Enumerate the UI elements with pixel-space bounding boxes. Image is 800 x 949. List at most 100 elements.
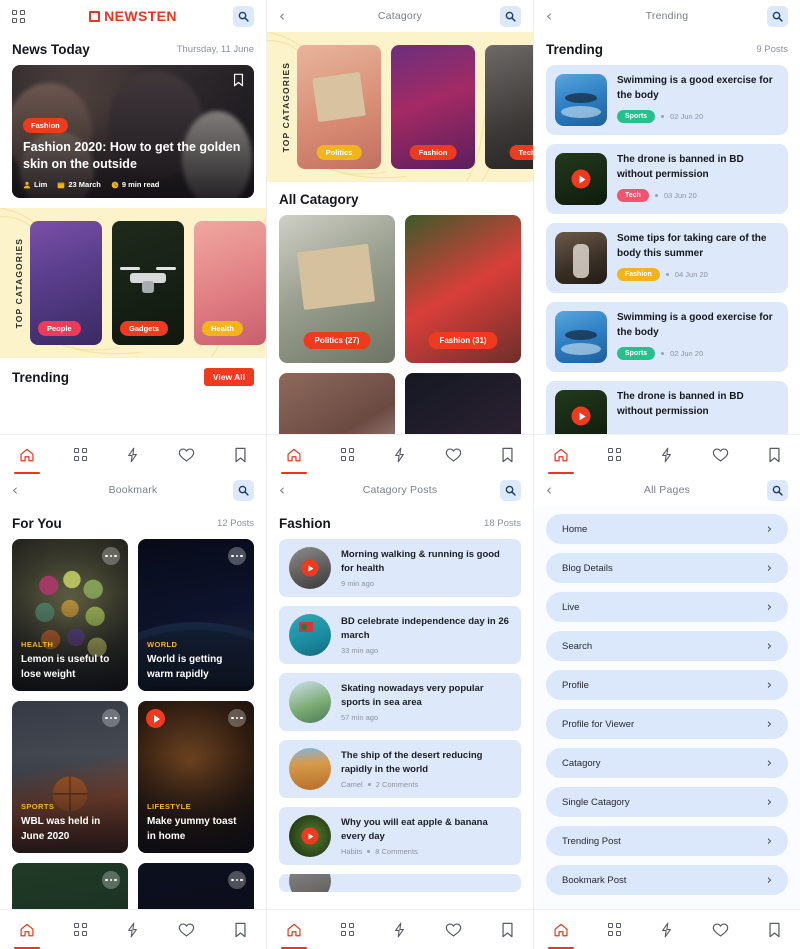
bookmark-card[interactable]: HEALTH Lemon is useful to lose weight (12, 539, 128, 691)
nav-categories[interactable] (607, 448, 621, 461)
play-icon[interactable] (301, 827, 319, 845)
nav-bookmarks[interactable] (234, 922, 247, 938)
top-category-card[interactable]: Tech (485, 45, 533, 169)
page-link-blog-details[interactable]: Blog Details › (546, 553, 788, 583)
back-button[interactable]: ‹ (279, 482, 309, 498)
top-category-card[interactable]: Fashion (391, 45, 475, 169)
more-options-icon[interactable] (228, 709, 246, 727)
nav-trending[interactable] (392, 922, 407, 938)
nav-bookmarks[interactable] (501, 922, 514, 938)
list-item[interactable]: BD celebrate independence day in 26 marc… (279, 606, 521, 664)
nav-trending[interactable] (125, 922, 140, 938)
category-grid-card[interactable]: Politics (27) (279, 215, 395, 363)
list-item[interactable]: The drone is banned in BD without permis… (546, 381, 788, 434)
bookmark-card[interactable]: SPORTS WBL was held in June 2020 (12, 701, 128, 853)
hero-article-card[interactable]: Fashion Fashion 2020: How to get the gol… (12, 65, 254, 198)
page-link-profile[interactable]: Profile › (546, 670, 788, 700)
page-link-catagory[interactable]: Catagory › (546, 748, 788, 778)
list-item[interactable]: Swimming is a good exercise for the body… (546, 65, 788, 135)
nav-trending[interactable] (125, 447, 140, 463)
bookmark-icon[interactable] (233, 73, 244, 92)
nav-home[interactable] (281, 447, 308, 474)
nav-favorites[interactable] (712, 447, 729, 463)
more-options-icon[interactable] (102, 547, 120, 565)
back-button[interactable]: ‹ (279, 8, 309, 24)
list-item[interactable]: Why you will eat apple & banana every da… (279, 807, 521, 865)
menu-button[interactable] (12, 9, 42, 23)
list-item[interactable]: Morning walking & running is good for he… (279, 539, 521, 597)
back-button[interactable]: ‹ (546, 8, 576, 24)
top-category-card[interactable]: Health (194, 221, 266, 345)
more-options-icon[interactable] (102, 871, 120, 889)
nav-bookmarks[interactable] (501, 447, 514, 463)
search-button[interactable] (491, 5, 521, 27)
page-link-search[interactable]: Search › (546, 631, 788, 661)
nav-categories[interactable] (340, 448, 354, 461)
nav-favorites[interactable] (445, 447, 462, 463)
top-categories-row[interactable]: Politics Fashion Tech (297, 45, 533, 169)
list-item[interactable]: Skating nowadays very popular sports in … (279, 673, 521, 731)
nav-bookmarks[interactable] (768, 922, 781, 938)
bookmark-card[interactable] (12, 863, 128, 909)
play-icon[interactable] (301, 559, 319, 577)
status-badge: Sports (617, 110, 656, 123)
top-category-card[interactable]: Gadgets (112, 221, 184, 345)
back-button[interactable]: ‹ (12, 482, 42, 498)
bookmark-icon (769, 447, 780, 462)
page-link-bookmark-post[interactable]: Bookmark Post › (546, 865, 788, 895)
search-button[interactable] (224, 5, 254, 27)
nav-favorites[interactable] (178, 447, 195, 463)
nav-favorites[interactable] (178, 922, 195, 938)
category-grid-card[interactable]: Fashion (31) (405, 215, 521, 363)
search-button[interactable] (491, 479, 521, 501)
list-item[interactable] (279, 874, 521, 892)
nav-bookmarks[interactable] (234, 447, 247, 463)
more-options-icon[interactable] (228, 547, 246, 565)
page-link-home[interactable]: Home › (546, 514, 788, 544)
hero-category-chip[interactable]: Fashion (23, 118, 68, 134)
play-icon[interactable] (146, 709, 165, 728)
page-link-profile-for-viewer[interactable]: Profile for Viewer › (546, 709, 788, 739)
nav-bookmarks[interactable] (768, 447, 781, 463)
play-icon[interactable] (571, 406, 591, 426)
page-link-live[interactable]: Live › (546, 592, 788, 622)
category-grid-card[interactable] (405, 373, 521, 434)
view-all-button[interactable]: View All (203, 368, 254, 386)
nav-home[interactable] (14, 922, 41, 949)
nav-categories[interactable] (607, 923, 621, 936)
list-item[interactable]: Swimming is a good exercise for the body… (546, 302, 788, 372)
nav-favorites[interactable] (445, 922, 462, 938)
top-category-card[interactable]: Politics (297, 45, 381, 169)
list-item[interactable]: The ship of the desert reducing rapidly … (279, 740, 521, 798)
nav-categories[interactable] (340, 923, 354, 936)
nav-home[interactable] (548, 447, 575, 474)
bookmark-card[interactable] (138, 863, 254, 909)
nav-trending[interactable] (659, 922, 674, 938)
page-link-trending-post[interactable]: Trending Post › (546, 826, 788, 856)
bookmark-card[interactable]: LIFESTYLE Make yummy toast in home (138, 701, 254, 853)
nav-home[interactable] (548, 922, 575, 949)
back-button[interactable]: ‹ (546, 482, 576, 498)
nav-categories[interactable] (73, 923, 87, 936)
more-options-icon[interactable] (228, 871, 246, 889)
nav-home[interactable] (14, 447, 41, 474)
hero-title: Fashion 2020: How to get the golden skin… (23, 140, 241, 172)
play-icon[interactable] (571, 169, 591, 189)
top-categories-row[interactable]: People Gadgets Health (30, 221, 266, 345)
nav-categories[interactable] (73, 448, 87, 461)
page-link-single-catagory[interactable]: Single Catagory › (546, 787, 788, 817)
bookmark-card[interactable]: WORLD World is getting warm rapidly (138, 539, 254, 691)
list-item[interactable]: The drone is banned in BD without permis… (546, 144, 788, 214)
search-button[interactable] (758, 5, 788, 27)
category-grid-card[interactable] (279, 373, 395, 434)
separator-dot (661, 115, 665, 118)
top-category-card[interactable]: People (30, 221, 102, 345)
more-options-icon[interactable] (102, 709, 120, 727)
search-button[interactable] (758, 479, 788, 501)
nav-trending[interactable] (659, 447, 674, 463)
search-button[interactable] (224, 479, 254, 501)
list-item[interactable]: Some tips for taking care of the body th… (546, 223, 788, 293)
nav-favorites[interactable] (712, 922, 729, 938)
nav-home[interactable] (281, 922, 308, 949)
nav-trending[interactable] (392, 447, 407, 463)
